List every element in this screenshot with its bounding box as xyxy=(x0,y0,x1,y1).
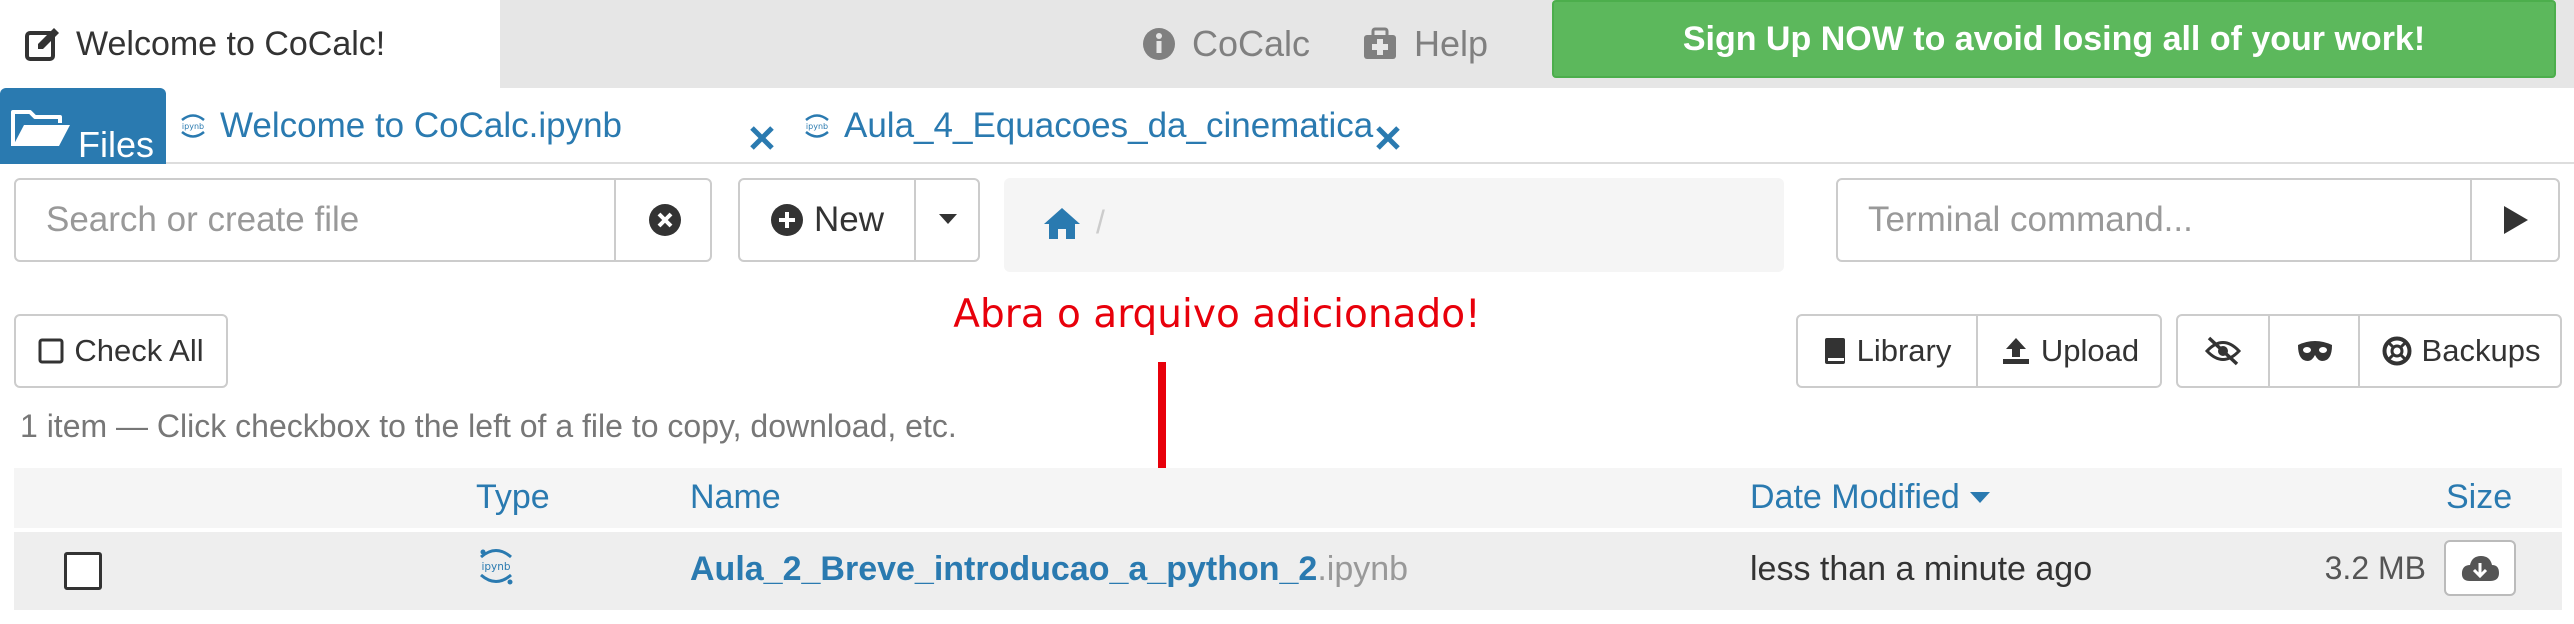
sort-desc-icon xyxy=(1969,492,1990,503)
terminal-box xyxy=(1836,178,2560,262)
files-tab-label: Files xyxy=(78,124,155,165)
welcome-tab-label: Welcome to CoCalc! xyxy=(76,24,386,63)
file-tabs-bar: Files ipynb Welcome to CoCalc.ipynb ipyn… xyxy=(0,88,2574,165)
upload-icon xyxy=(2002,338,2029,364)
annotation-text: Abra o arquivo adicionado! xyxy=(953,292,1481,337)
medkit-icon xyxy=(1364,27,1396,59)
file-count-info: 1 item — Click checkbox to the left of a… xyxy=(20,408,957,444)
svg-text:ipynb: ipynb xyxy=(182,122,204,131)
times-circle-icon xyxy=(649,204,681,236)
check-all-label: Check All xyxy=(74,333,204,368)
eye-slash-icon xyxy=(2204,336,2242,366)
welcome-tab[interactable]: Welcome to CoCalc! xyxy=(0,0,500,88)
visibility-backups-group: Backups xyxy=(2176,314,2562,388)
close-icon[interactable] xyxy=(748,124,776,152)
search-input[interactable] xyxy=(16,180,614,260)
file-extension: .ipynb xyxy=(1317,550,1409,588)
upload-label: Upload xyxy=(2040,333,2140,368)
tab-label: Aula_4_Equacoes_da_cinematica xyxy=(844,106,1374,145)
search-box xyxy=(14,178,712,262)
library-upload-group: Library Upload xyxy=(1796,314,2162,388)
tab-aula4-ipynb[interactable]: ipynb Aula_4_Equacoes_da_cinematica xyxy=(800,88,1373,164)
svg-text:ipynb: ipynb xyxy=(481,561,510,573)
toggle-hidden-files-button[interactable] xyxy=(2178,316,2268,386)
toggle-masked-files-button[interactable] xyxy=(2268,316,2360,386)
book-icon xyxy=(1824,338,1845,364)
sort-by-date[interactable]: Date Modified xyxy=(1750,478,1990,517)
help-link-label: Help xyxy=(1414,23,1489,64)
signup-button[interactable]: Sign Up NOW to avoid losing all of your … xyxy=(1552,0,2556,78)
cocalc-link[interactable]: CoCalc xyxy=(1142,0,1310,88)
square-icon xyxy=(38,338,64,364)
new-button[interactable]: New xyxy=(740,180,914,260)
new-button-label: New xyxy=(813,200,885,239)
library-label: Library xyxy=(1856,333,1952,368)
clear-search-button[interactable] xyxy=(614,180,714,260)
caret-down-icon xyxy=(939,214,957,224)
ipynb-icon: ipynb xyxy=(480,549,513,585)
breadcrumb: / xyxy=(1004,178,1784,272)
mask-icon xyxy=(2298,341,2332,361)
cloud-download-icon xyxy=(2461,556,2499,581)
file-name-link[interactable]: Aula_2_Breve_introducao_a_python_2.ipynb xyxy=(690,550,1408,589)
folder-open-icon xyxy=(11,110,70,146)
new-dropdown-toggle[interactable] xyxy=(914,180,980,260)
upload-button[interactable]: Upload xyxy=(1976,316,2162,386)
play-icon xyxy=(2504,206,2528,234)
info-circle-icon xyxy=(1143,28,1175,60)
tab-label: Welcome to CoCalc.ipynb xyxy=(220,106,623,145)
home-icon[interactable] xyxy=(1042,206,1082,240)
ipynb-icon: ipynb xyxy=(181,114,205,138)
download-button[interactable] xyxy=(2444,540,2516,596)
breadcrumb-separator: / xyxy=(1096,204,1105,240)
row-checkbox[interactable] xyxy=(64,552,102,590)
sort-by-name[interactable]: Name xyxy=(690,478,781,517)
backups-button[interactable]: Backups xyxy=(2358,316,2562,386)
cocalc-link-label: CoCalc xyxy=(1192,23,1311,64)
close-icon[interactable] xyxy=(1374,124,1402,152)
check-all-button[interactable]: Check All xyxy=(14,314,228,388)
sort-by-size[interactable]: Size xyxy=(2446,478,2512,517)
file-table-header: Type Name Date Modified Size xyxy=(14,468,2562,528)
file-name-base: Aula_2_Breve_introducao_a_python_2 xyxy=(690,550,1318,588)
top-bar: Welcome to CoCalc! CoCalc Help Sign Up N… xyxy=(0,0,2574,88)
run-terminal-button[interactable] xyxy=(2470,180,2560,260)
backups-label: Backups xyxy=(2421,333,2541,368)
date-header-label: Date Modified xyxy=(1750,478,1960,516)
life-ring-icon xyxy=(2382,336,2412,366)
plus-circle-icon xyxy=(770,204,803,236)
help-link[interactable]: Help xyxy=(1362,0,1488,88)
terminal-command-input[interactable] xyxy=(1838,180,2470,260)
files-tab[interactable]: Files xyxy=(0,88,166,165)
tab-welcome-ipynb[interactable]: ipynb Welcome to CoCalc.ipynb xyxy=(176,88,622,164)
new-button-group: New xyxy=(738,178,980,262)
table-row[interactable]: ipynb Aula_2_Breve_introducao_a_python_2… xyxy=(14,532,2562,610)
edit-icon xyxy=(25,28,59,61)
library-button[interactable]: Library xyxy=(1798,316,1976,386)
svg-text:ipynb: ipynb xyxy=(806,122,828,131)
sort-by-type[interactable]: Type xyxy=(476,478,550,517)
file-date-modified: less than a minute ago xyxy=(1750,550,2093,588)
ipynb-icon: ipynb xyxy=(805,114,829,138)
file-size: 3.2 MB xyxy=(2324,550,2426,586)
